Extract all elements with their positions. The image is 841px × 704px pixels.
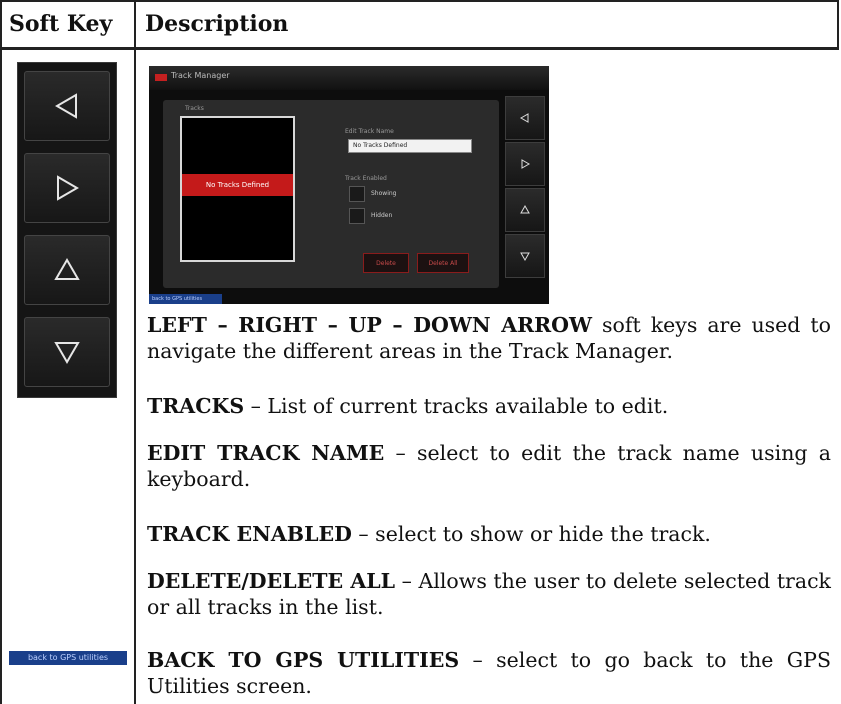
screenshot-title: Track Manager [171,71,230,80]
screenshot-left-key[interactable] [505,96,545,140]
screenshot-right-key[interactable] [505,142,545,186]
description-row: TRACK ENABLED – select to show or hide t… [147,521,831,547]
up-arrow-key[interactable] [24,235,110,305]
hidden-checkbox[interactable] [349,208,365,224]
row-text: – List of current tracks available to ed… [244,394,669,418]
table-top-border [0,0,839,2]
down-triangle-icon [520,252,530,262]
soft-key-table: Soft Key Description back to GPS utiliti… [0,0,839,704]
delete-all-button[interactable]: Delete All [417,253,469,273]
tracks-list[interactable]: No Tracks Defined [180,116,295,262]
down-arrow-key[interactable] [24,317,110,387]
description-row: EDIT TRACK NAME – select to edit the tra… [147,440,831,492]
hidden-label: Hidden [371,212,393,219]
showing-label: Showing [371,190,397,197]
showing-checkbox[interactable] [349,186,365,202]
edit-track-name-label: Edit Track Name [345,128,394,135]
row-term: TRACK ENABLED [147,522,352,546]
delete-button[interactable]: Delete [363,253,409,273]
brand-logo-icon [155,74,167,81]
row-term: TRACKS [147,394,245,418]
track-manager-screenshot: Track Manager Tracks No Tracks Defined E… [149,66,549,304]
screenshot-down-key[interactable] [505,234,545,278]
right-arrow-key[interactable] [24,153,110,223]
back-to-gps-utilities-key[interactable]: back to GPS utilities [9,651,127,665]
right-triangle-icon [57,175,79,201]
soft-key-panel [17,62,117,398]
edit-track-name-field[interactable]: No Tracks Defined [348,139,472,153]
table-right-border [837,0,839,50]
left-triangle-icon [55,93,77,119]
header-bottom-border [0,47,839,50]
description-row: BACK TO GPS UTILITIES – select to go bac… [147,647,831,699]
up-triangle-icon [520,204,530,214]
header-soft-key: Soft Key [9,11,113,37]
left-arrow-key[interactable] [24,71,110,141]
screenshot-back-link[interactable]: back to GPS utilities [149,294,222,304]
up-triangle-icon [54,258,80,280]
column-divider [134,0,136,704]
row-term: EDIT TRACK NAME [147,441,385,465]
description-row: LEFT – RIGHT – UP – DOWN ARROW soft keys… [147,312,831,364]
screenshot-up-key[interactable] [505,188,545,232]
left-triangle-icon [519,113,529,123]
right-triangle-icon [521,159,531,169]
header-description: Description [145,11,289,37]
track-enabled-label: Track Enabled [345,175,387,182]
row-term: LEFT – RIGHT – UP – DOWN ARROW [147,313,593,337]
row-term: DELETE/DELETE ALL [147,569,396,593]
tracks-list-item[interactable]: No Tracks Defined [182,174,293,196]
description-row: DELETE/DELETE ALL – Allows the user to d… [147,568,831,620]
tracks-label: Tracks [185,105,204,112]
down-triangle-icon [54,342,80,364]
row-text: – select to show or hide the track. [351,522,711,546]
row-term: BACK TO GPS UTILITIES [147,648,460,672]
description-row: TRACKS – List of current tracks availabl… [147,393,831,419]
table-left-border [0,0,2,704]
